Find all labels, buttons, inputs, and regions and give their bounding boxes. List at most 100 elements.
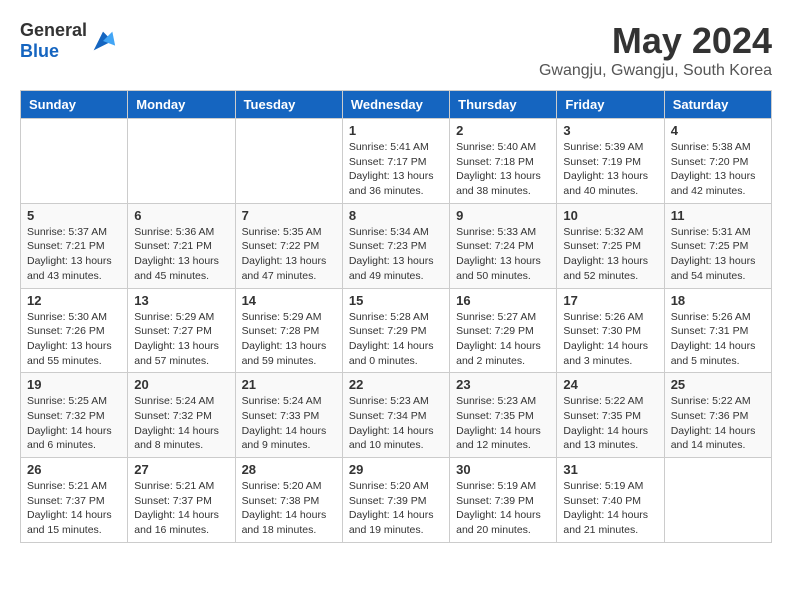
header-day-saturday: Saturday — [664, 91, 771, 119]
calendar-cell: 2 Sunrise: 5:40 AM Sunset: 7:18 PM Daylig… — [450, 119, 557, 204]
calendar-cell: 9 Sunrise: 5:33 AM Sunset: 7:24 PM Daylig… — [450, 203, 557, 288]
calendar-cell: 8 Sunrise: 5:34 AM Sunset: 7:23 PM Daylig… — [342, 203, 449, 288]
calendar-cell — [664, 458, 771, 543]
main-title: May 2024 — [539, 20, 772, 62]
day-info: Sunrise: 5:35 AM Sunset: 7:22 PM Dayligh… — [242, 225, 336, 284]
header-day-friday: Friday — [557, 91, 664, 119]
calendar-cell: 23Sunrise: 5:23 AM Sunset: 7:35 PM Dayli… — [450, 373, 557, 458]
header-day-tuesday: Tuesday — [235, 91, 342, 119]
day-info: Sunrise: 5:19 AM Sunset: 7:39 PM Dayligh… — [456, 479, 550, 538]
calendar-cell: 17 Sunrise: 5:26 AM Sunset: 7:30 PM Dayli… — [557, 288, 664, 373]
day-number: 18 — [671, 293, 765, 308]
day-number: 27 — [134, 462, 228, 477]
day-info: Sunrise: 5:41 AM Sunset: 7:17 PM Dayligh… — [349, 140, 443, 199]
day-info: Sunrise: 5:26 AM Sunset: 7:30 PM Dayligh… — [563, 310, 657, 369]
calendar-cell: 26Sunrise: 5:21 AM Sunset: 7:37 PM Dayli… — [21, 458, 128, 543]
day-info: Sunrise: 5:31 AM Sunset: 7:25 PM Dayligh… — [671, 225, 765, 284]
day-number: 24 — [563, 377, 657, 392]
day-info: Sunrise: 5:27 AM Sunset: 7:29 PM Dayligh… — [456, 310, 550, 369]
day-info: Sunrise: 5:25 AM Sunset: 7:32 PM Dayligh… — [27, 394, 121, 453]
header-day-wednesday: Wednesday — [342, 91, 449, 119]
day-number: 2 — [456, 123, 550, 138]
calendar-cell: 27 Sunrise: 5:21 AM Sunset: 7:37 PM Dayli… — [128, 458, 235, 543]
header: General Blue May 2024 Gwangju, Gwangju, … — [20, 20, 772, 80]
calendar-cell: 20Sunrise: 5:24 AM Sunset: 7:32 PM Dayli… — [128, 373, 235, 458]
day-info: Sunrise: 5:40 AM Sunset: 7:18 PM Dayligh… — [456, 140, 550, 199]
calendar-cell — [128, 119, 235, 204]
calendar-cell: 29 Sunrise: 5:20 AM Sunset: 7:39 PM Dayli… — [342, 458, 449, 543]
calendar-cell — [21, 119, 128, 204]
day-number: 12 — [27, 293, 121, 308]
logo: General Blue — [20, 20, 117, 62]
calendar-cell: 18 Sunrise: 5:26 AM Sunset: 7:31 PM Dayli… — [664, 288, 771, 373]
calendar-cell: 13Sunrise: 5:29 AM Sunset: 7:27 PM Dayli… — [128, 288, 235, 373]
week-row-1: 1Sunrise: 5:41 AM Sunset: 7:17 PM Daylig… — [21, 119, 772, 204]
day-info: Sunrise: 5:29 AM Sunset: 7:27 PM Dayligh… — [134, 310, 228, 369]
day-number: 17 — [563, 293, 657, 308]
day-info: Sunrise: 5:33 AM Sunset: 7:24 PM Dayligh… — [456, 225, 550, 284]
day-number: 14 — [242, 293, 336, 308]
day-number: 9 — [456, 208, 550, 223]
day-info: Sunrise: 5:20 AM Sunset: 7:38 PM Dayligh… — [242, 479, 336, 538]
week-row-5: 26Sunrise: 5:21 AM Sunset: 7:37 PM Dayli… — [21, 458, 772, 543]
day-info: Sunrise: 5:24 AM Sunset: 7:32 PM Dayligh… — [134, 394, 228, 453]
day-info: Sunrise: 5:26 AM Sunset: 7:31 PM Dayligh… — [671, 310, 765, 369]
calendar-cell: 16 Sunrise: 5:27 AM Sunset: 7:29 PM Dayli… — [450, 288, 557, 373]
logo-icon — [89, 27, 117, 55]
day-info: Sunrise: 5:24 AM Sunset: 7:33 PM Dayligh… — [242, 394, 336, 453]
day-info: Sunrise: 5:30 AM Sunset: 7:26 PM Dayligh… — [27, 310, 121, 369]
day-number: 10 — [563, 208, 657, 223]
day-info: Sunrise: 5:21 AM Sunset: 7:37 PM Dayligh… — [27, 479, 121, 538]
title-area: May 2024 Gwangju, Gwangju, South Korea — [539, 20, 772, 80]
calendar-cell: 11 Sunrise: 5:31 AM Sunset: 7:25 PM Dayli… — [664, 203, 771, 288]
day-info: Sunrise: 5:32 AM Sunset: 7:25 PM Dayligh… — [563, 225, 657, 284]
day-number: 21 — [242, 377, 336, 392]
day-info: Sunrise: 5:37 AM Sunset: 7:21 PM Dayligh… — [27, 225, 121, 284]
day-info: Sunrise: 5:28 AM Sunset: 7:29 PM Dayligh… — [349, 310, 443, 369]
calendar-cell: 21 Sunrise: 5:24 AM Sunset: 7:33 PM Dayli… — [235, 373, 342, 458]
day-number: 6 — [134, 208, 228, 223]
header-day-thursday: Thursday — [450, 91, 557, 119]
day-number: 19 — [27, 377, 121, 392]
day-number: 8 — [349, 208, 443, 223]
calendar-cell: 28Sunrise: 5:20 AM Sunset: 7:38 PM Dayli… — [235, 458, 342, 543]
day-info: Sunrise: 5:39 AM Sunset: 7:19 PM Dayligh… — [563, 140, 657, 199]
calendar: SundayMondayTuesdayWednesdayThursdayFrid… — [20, 90, 772, 543]
day-number: 22 — [349, 377, 443, 392]
sub-title: Gwangju, Gwangju, South Korea — [539, 62, 772, 80]
day-info: Sunrise: 5:22 AM Sunset: 7:36 PM Dayligh… — [671, 394, 765, 453]
day-info: Sunrise: 5:34 AM Sunset: 7:23 PM Dayligh… — [349, 225, 443, 284]
calendar-cell: 24 Sunrise: 5:22 AM Sunset: 7:35 PM Dayli… — [557, 373, 664, 458]
day-number: 29 — [349, 462, 443, 477]
day-info: Sunrise: 5:38 AM Sunset: 7:20 PM Dayligh… — [671, 140, 765, 199]
day-number: 5 — [27, 208, 121, 223]
day-info: Sunrise: 5:23 AM Sunset: 7:34 PM Dayligh… — [349, 394, 443, 453]
calendar-cell: 22 Sunrise: 5:23 AM Sunset: 7:34 PM Dayli… — [342, 373, 449, 458]
day-info: Sunrise: 5:36 AM Sunset: 7:21 PM Dayligh… — [134, 225, 228, 284]
week-row-4: 19 Sunrise: 5:25 AM Sunset: 7:32 PM Dayli… — [21, 373, 772, 458]
day-number: 23 — [456, 377, 550, 392]
day-info: Sunrise: 5:19 AM Sunset: 7:40 PM Dayligh… — [563, 479, 657, 538]
calendar-cell: 30 Sunrise: 5:19 AM Sunset: 7:39 PM Dayli… — [450, 458, 557, 543]
calendar-header-row: SundayMondayTuesdayWednesdayThursdayFrid… — [21, 91, 772, 119]
day-info: Sunrise: 5:20 AM Sunset: 7:39 PM Dayligh… — [349, 479, 443, 538]
calendar-cell: 14 Sunrise: 5:29 AM Sunset: 7:28 PM Dayli… — [235, 288, 342, 373]
day-number: 16 — [456, 293, 550, 308]
calendar-cell: 3 Sunrise: 5:39 AM Sunset: 7:19 PM Daylig… — [557, 119, 664, 204]
week-row-3: 12 Sunrise: 5:30 AM Sunset: 7:26 PM Dayli… — [21, 288, 772, 373]
day-info: Sunrise: 5:21 AM Sunset: 7:37 PM Dayligh… — [134, 479, 228, 538]
calendar-cell: 15 Sunrise: 5:28 AM Sunset: 7:29 PM Dayli… — [342, 288, 449, 373]
calendar-cell: 7 Sunrise: 5:35 AM Sunset: 7:22 PM Daylig… — [235, 203, 342, 288]
logo-text-blue: Blue — [20, 41, 59, 61]
week-row-2: 5 Sunrise: 5:37 AM Sunset: 7:21 PM Daylig… — [21, 203, 772, 288]
day-info: Sunrise: 5:29 AM Sunset: 7:28 PM Dayligh… — [242, 310, 336, 369]
day-number: 4 — [671, 123, 765, 138]
day-number: 3 — [563, 123, 657, 138]
day-number: 7 — [242, 208, 336, 223]
day-number: 25 — [671, 377, 765, 392]
day-number: 11 — [671, 208, 765, 223]
calendar-cell: 1Sunrise: 5:41 AM Sunset: 7:17 PM Daylig… — [342, 119, 449, 204]
day-number: 30 — [456, 462, 550, 477]
day-number: 15 — [349, 293, 443, 308]
day-info: Sunrise: 5:22 AM Sunset: 7:35 PM Dayligh… — [563, 394, 657, 453]
